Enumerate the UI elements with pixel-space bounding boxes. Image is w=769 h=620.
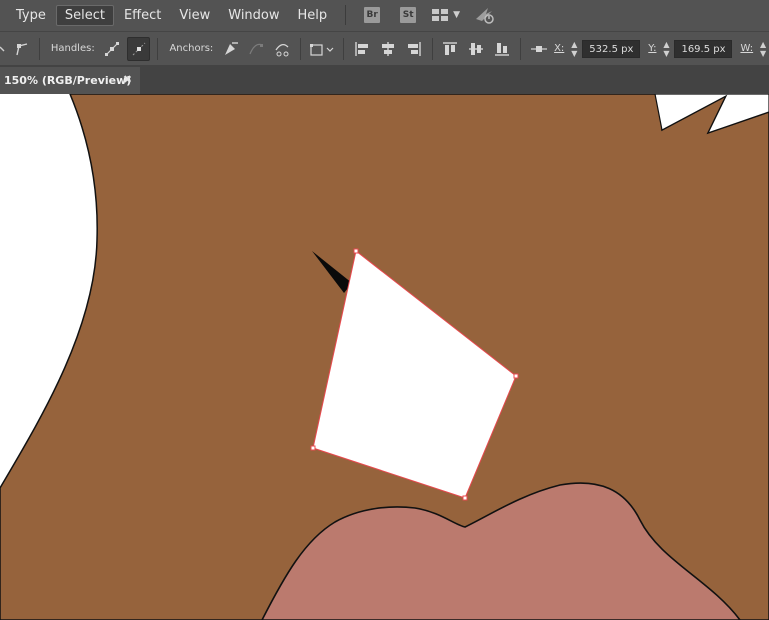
corner-anchor-icon	[16, 42, 28, 55]
align-left-button[interactable]	[351, 38, 373, 60]
gpu-performance-icon[interactable]	[474, 5, 496, 25]
transform-box-icon	[309, 43, 334, 56]
x-input[interactable]: 532.5 px	[582, 39, 641, 58]
align-middle-button[interactable]	[465, 38, 487, 60]
align-center-button[interactable]	[377, 38, 399, 60]
chevron-down-icon[interactable]: ▼	[663, 49, 669, 58]
document-tab-bar: 150% (RGB/Preview) ✖	[0, 65, 769, 94]
document-tab-title: 150% (RGB/Preview)	[4, 74, 132, 87]
align-vertical-center-icon	[469, 42, 484, 55]
hide-handles-icon	[132, 42, 145, 55]
x-position-field: X: ▲ ▼ 532.5 px	[552, 38, 641, 60]
menu-select[interactable]: Select	[55, 4, 114, 26]
document-tab[interactable]: 150% (RGB/Preview) ✖	[0, 67, 140, 94]
anchor-point[interactable]	[513, 373, 519, 379]
menu-window[interactable]: Window	[220, 6, 287, 25]
transform-reference-button[interactable]	[308, 38, 336, 60]
control-divider	[431, 37, 433, 60]
menu-bar: Type Select Effect View Window Help Br S…	[0, 0, 769, 30]
chevron-down-icon: ▼	[453, 10, 461, 20]
align-left-icon	[355, 41, 368, 56]
anchor-point[interactable]	[310, 445, 316, 451]
align-top-button[interactable]	[440, 38, 462, 60]
convert-corner-button[interactable]	[10, 38, 32, 60]
chevron-up-icon[interactable]: ▲	[571, 40, 577, 49]
remove-anchor-button[interactable]	[219, 38, 241, 60]
control-divider	[299, 37, 301, 60]
chevron-down-icon[interactable]: ▼	[571, 49, 577, 58]
align-bottom-button[interactable]	[491, 38, 513, 60]
chevron-up-icon[interactable]: ▲	[663, 40, 669, 49]
chevron-up-icon[interactable]: ▲	[760, 40, 766, 49]
control-divider	[38, 37, 40, 60]
anchors-label: Anchors:	[169, 43, 214, 54]
align-right-icon	[407, 41, 421, 56]
artwork	[0, 94, 769, 620]
menu-type[interactable]: Type	[8, 6, 54, 25]
align-top-icon	[443, 41, 458, 55]
workspace-grid-icon	[432, 9, 449, 21]
x-label: X:	[554, 43, 565, 54]
pen-minus-icon	[225, 41, 239, 55]
show-handles-button[interactable]	[101, 38, 123, 60]
anchor-point-button[interactable]	[528, 38, 550, 60]
menu-help[interactable]: Help	[290, 6, 336, 25]
w-stepper[interactable]: ▲ ▼	[757, 38, 769, 60]
scissors-anchor-icon	[275, 43, 289, 56]
handles-label: Handles:	[50, 43, 95, 54]
align-bottom-icon	[495, 42, 510, 56]
control-divider	[157, 37, 159, 60]
cut-path-button[interactable]	[271, 38, 293, 60]
y-position-field: Y: ▲ ▼ 169.5 px	[640, 38, 733, 60]
close-icon[interactable]: ✖	[123, 73, 132, 86]
show-handles-icon	[104, 41, 119, 56]
anchor-point[interactable]	[462, 495, 468, 501]
x-stepper[interactable]: ▲ ▼	[568, 38, 580, 60]
y-input[interactable]: 169.5 px	[674, 39, 733, 58]
stock-button[interactable]: St	[400, 7, 417, 23]
artboard-canvas[interactable]	[0, 94, 769, 620]
width-field: W: ▲ ▼	[732, 38, 769, 60]
anchor-point-icon	[531, 45, 548, 52]
menu-divider	[345, 5, 347, 25]
hide-handles-button[interactable]	[126, 36, 151, 61]
w-label: W:	[740, 43, 754, 54]
bridge-button[interactable]: Br	[364, 7, 381, 23]
connect-path-icon	[249, 43, 264, 54]
y-label: Y:	[648, 43, 657, 54]
anchor-point[interactable]	[353, 248, 359, 254]
menu-view[interactable]: View	[171, 6, 218, 25]
control-divider	[520, 37, 522, 60]
chevron-down-icon[interactable]: ▼	[760, 49, 766, 58]
control-bar: Handles: Anchors: X: ▲ ▼ 532.5 px Y: ▲ ▼…	[0, 31, 769, 65]
menu-effect[interactable]: Effect	[116, 6, 169, 25]
y-stepper[interactable]: ▲ ▼	[660, 38, 672, 60]
align-right-button[interactable]	[403, 38, 425, 60]
connect-anchors-button[interactable]	[245, 38, 267, 60]
workspace-switcher-button[interactable]: ▼	[432, 9, 460, 21]
align-horizontal-center-icon	[381, 41, 394, 56]
panel-grip-icon	[0, 46, 5, 51]
control-divider	[342, 37, 344, 60]
